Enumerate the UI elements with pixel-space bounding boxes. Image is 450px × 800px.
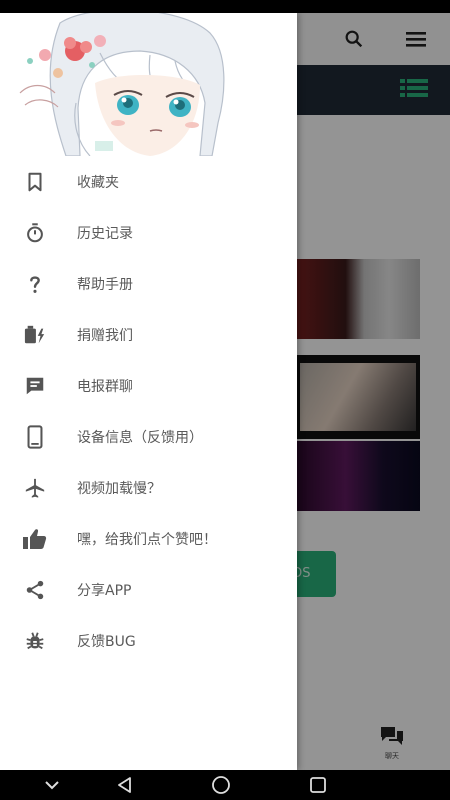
phone-device-icon [22,424,48,450]
menu-item-label: 设备信息（反馈用） [77,429,203,446]
menu-item-help[interactable]: 帮助手册 [0,258,297,309]
menu-item-favorites[interactable]: 收藏夹 [0,156,297,207]
status-bar [0,0,450,13]
drawer-menu: 收藏夹 历史记录 帮助手册 捐赠我们 电报群聊 设备信息（反馈用） 视频加载慢？… [0,156,297,666]
menu-item-slow-video[interactable]: 视频加载慢？ [0,462,297,513]
menu-item-like-us[interactable]: 嘿，给我们点个赞吧！ [0,513,297,564]
back-triangle-icon[interactable] [113,774,137,796]
airplane-icon [22,475,48,501]
menu-item-label: 视频加载慢？ [77,480,161,497]
system-nav-bar [0,770,450,800]
menu-item-label: 帮助手册 [77,276,133,293]
recents-square-icon[interactable] [306,774,330,796]
menu-item-donate[interactable]: 捐赠我们 [0,309,297,360]
menu-item-label: 分享APP [77,582,132,599]
menu-item-label: 反馈BUG [77,633,136,650]
bug-icon [22,628,48,654]
chat-message-icon [22,373,48,399]
menu-item-label: 嘿，给我们点个赞吧！ [77,531,217,548]
thumbs-up-icon [22,526,48,552]
drawer-header-avatar [0,13,297,156]
share-icon [22,577,48,603]
menu-item-label: 电报群聊 [77,378,133,395]
menu-item-label: 收藏夹 [77,174,119,191]
question-icon [22,271,48,297]
collapse-chevron-icon[interactable] [40,774,64,796]
battery-charging-icon [22,322,48,348]
bookmark-icon [22,169,48,195]
menu-item-device-info[interactable]: 设备信息（反馈用） [0,411,297,462]
menu-item-telegram-group[interactable]: 电报群聊 [0,360,297,411]
menu-item-report-bug[interactable]: 反馈BUG [0,615,297,666]
menu-item-label: 捐赠我们 [77,327,133,344]
navigation-drawer: 收藏夹 历史记录 帮助手册 捐赠我们 电报群聊 设备信息（反馈用） 视频加载慢？… [0,13,297,770]
stopwatch-icon [22,220,48,246]
menu-item-share-app[interactable]: 分享APP [0,564,297,615]
menu-item-history[interactable]: 历史记录 [0,207,297,258]
home-circle-icon[interactable] [209,774,233,796]
menu-item-label: 历史记录 [77,225,133,242]
